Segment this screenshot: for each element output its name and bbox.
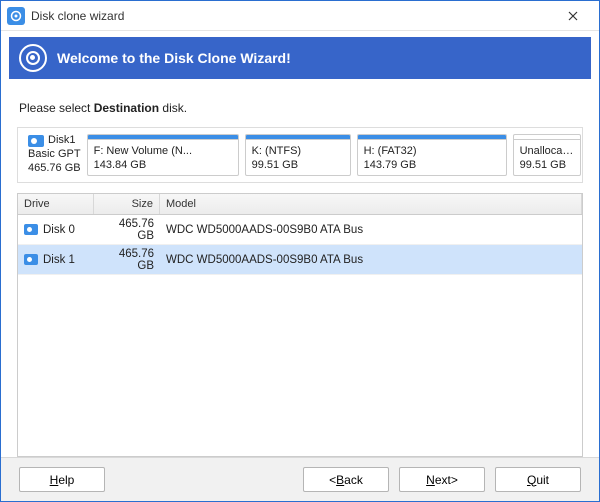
table-header: Drive Size Model	[18, 194, 582, 215]
header-drive[interactable]: Drive	[18, 194, 94, 214]
disk-type: Basic GPT	[28, 148, 81, 162]
partition-f[interactable]: F: New Volume (N... 143.84 GB	[87, 134, 239, 176]
partition-size: 143.79 GB	[364, 158, 500, 172]
close-button[interactable]	[553, 2, 593, 30]
partition-bar-icon	[358, 135, 506, 140]
disk-icon	[24, 254, 38, 265]
header-model[interactable]: Model	[160, 194, 582, 214]
disk-name: Disk1	[48, 134, 76, 148]
quit-button[interactable]: Quit	[495, 467, 581, 492]
window-title: Disk clone wizard	[31, 9, 553, 23]
partition-h[interactable]: H: (FAT32) 143.79 GB	[357, 134, 507, 176]
row-model: WDC WD5000AADS-00S9B0 ATA Bus	[160, 224, 582, 236]
row-size: 465.76 GB	[94, 218, 160, 242]
disk-icon	[28, 135, 44, 147]
partition-size: 99.51 GB	[520, 158, 574, 172]
disk-icon	[24, 224, 38, 235]
disk-layout-panel: Disk1 Basic GPT 465.76 GB F: New Volume …	[17, 127, 583, 183]
back-button[interactable]: <Back	[303, 467, 389, 492]
partition-unallocated[interactable]: Unallocated 99.51 GB	[513, 134, 581, 176]
partition-label: H: (FAT32)	[364, 144, 500, 158]
partition-bar-icon	[88, 135, 238, 140]
drive-table: Drive Size Model Disk 0 465.76 GB WDC WD…	[17, 193, 583, 457]
disk-summary: Disk1 Basic GPT 465.76 GB	[24, 134, 81, 176]
row-size: 465.76 GB	[94, 248, 160, 272]
row-drive: Disk 1	[43, 254, 75, 266]
partition-bar-icon	[246, 135, 350, 140]
partition-size: 143.84 GB	[94, 158, 232, 172]
partition-bar-icon	[514, 135, 580, 140]
partition-label: F: New Volume (N...	[94, 144, 232, 158]
app-icon	[7, 7, 25, 25]
partition-k[interactable]: K: (NTFS) 99.51 GB	[245, 134, 351, 176]
instruction-bold: Destination	[94, 101, 159, 115]
table-row[interactable]: Disk 0 465.76 GB WDC WD5000AADS-00S9B0 A…	[18, 215, 582, 245]
next-button[interactable]: Next>	[399, 467, 485, 492]
titlebar: Disk clone wizard	[1, 1, 599, 31]
instruction-prefix: Please select	[19, 101, 94, 115]
disk-clone-icon	[19, 44, 47, 72]
partition-label: K: (NTFS)	[252, 144, 344, 158]
instruction-text: Please select Destination disk.	[19, 101, 583, 115]
help-button[interactable]: Help	[19, 467, 105, 492]
close-icon	[568, 11, 578, 21]
instruction-suffix: disk.	[159, 101, 187, 115]
partition-size: 99.51 GB	[252, 158, 344, 172]
banner-title: Welcome to the Disk Clone Wizard!	[57, 50, 291, 66]
disk-total-size: 465.76 GB	[28, 162, 81, 176]
row-drive: Disk 0	[43, 224, 75, 236]
wizard-banner: Welcome to the Disk Clone Wizard!	[9, 37, 591, 79]
header-size[interactable]: Size	[94, 194, 160, 214]
partition-label: Unallocated	[520, 144, 574, 158]
content-area: Please select Destination disk. Disk1 Ba…	[9, 79, 591, 457]
table-row[interactable]: Disk 1 465.76 GB WDC WD5000AADS-00S9B0 A…	[18, 245, 582, 275]
row-model: WDC WD5000AADS-00S9B0 ATA Bus	[160, 254, 582, 266]
footer: Help <Back Next> Quit	[1, 457, 599, 501]
